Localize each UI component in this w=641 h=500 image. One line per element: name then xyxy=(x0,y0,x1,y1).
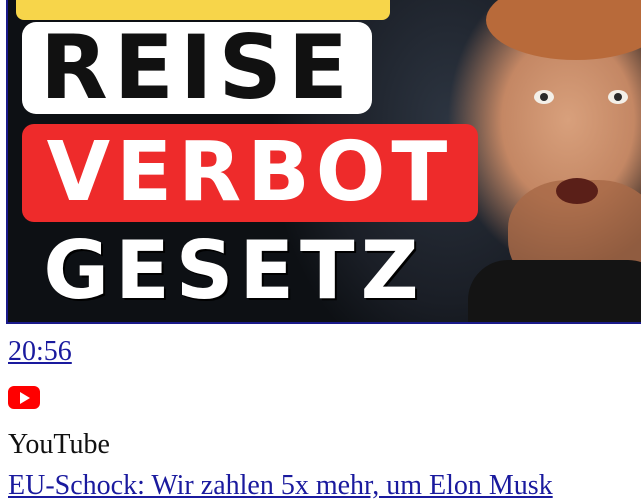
thumbnail-word-reise: REISE xyxy=(22,22,372,114)
video-title-link[interactable]: EU-Schock: Wir zahlen 5x mehr, um Elon M… xyxy=(8,472,641,500)
youtube-icon xyxy=(8,386,40,409)
thumbnail-word-gesetz: GESETZ xyxy=(43,224,425,317)
thumbnail-word-verbot: VERBOT xyxy=(22,124,478,222)
presenter-eye-left xyxy=(534,90,554,104)
video-duration-link[interactable]: 20:56 xyxy=(8,338,72,366)
video-thumbnail[interactable]: REISE VERBOT GESETZ xyxy=(6,0,641,324)
presenter-shirt xyxy=(468,260,641,322)
presenter-mouth xyxy=(556,178,598,204)
presenter-eye-right xyxy=(608,90,628,104)
video-source: YouTube xyxy=(8,429,110,460)
